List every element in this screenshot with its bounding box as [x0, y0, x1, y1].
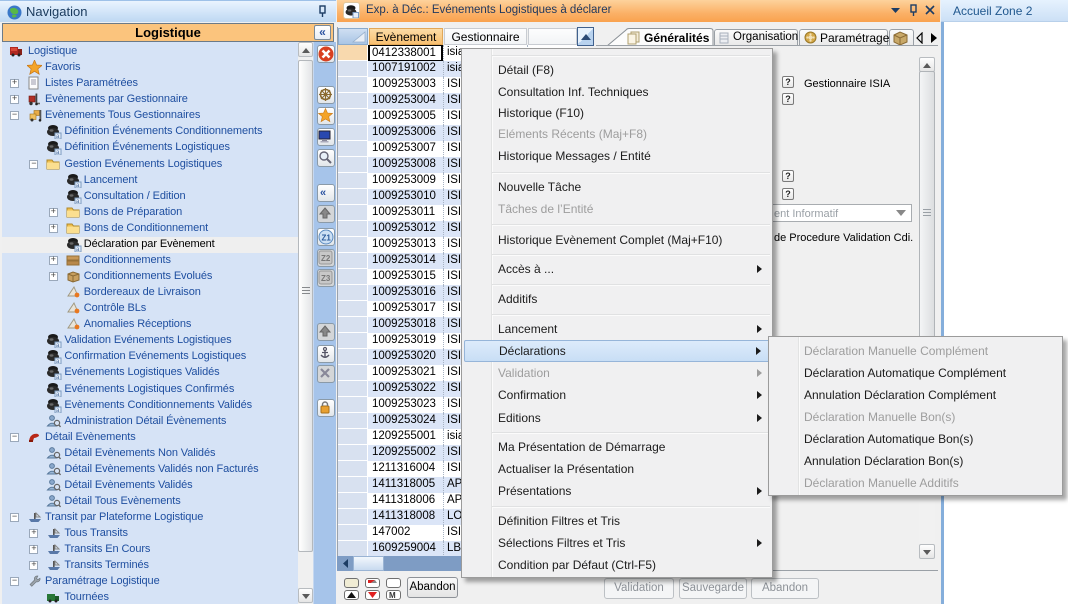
svg-text:«: «: [320, 187, 326, 199]
svg-text:Z2: Z2: [321, 254, 331, 263]
svg-text:Z3: Z3: [321, 274, 331, 283]
svg-text:M: M: [389, 591, 396, 599]
svg-text:Z1: Z1: [322, 234, 332, 243]
